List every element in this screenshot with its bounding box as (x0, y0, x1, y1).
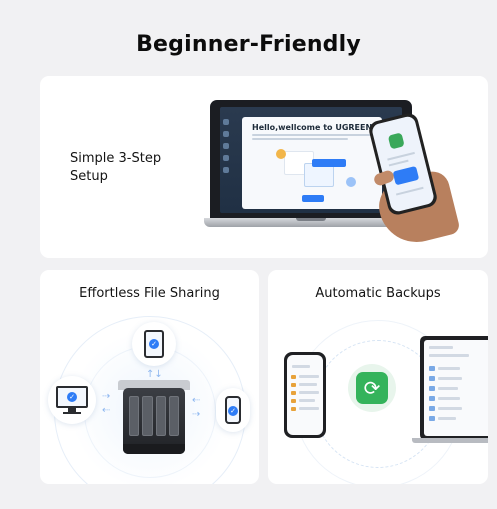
illustration-dot (276, 149, 286, 159)
backup-phone (284, 352, 326, 438)
nas-device (123, 388, 185, 454)
tablet-bubble: ✓ (132, 322, 176, 366)
illustration-bar (312, 159, 346, 167)
phone-card (392, 165, 420, 186)
check-icon: ✓ (67, 392, 77, 402)
monitor-icon: ✓ (56, 386, 88, 408)
welcome-start-button (302, 195, 324, 202)
sync-icon: ⟳ (356, 372, 388, 404)
backup-laptop-screen (424, 340, 488, 436)
check-icon: ✓ (228, 406, 238, 416)
app-icon (387, 132, 405, 150)
arrow-icon: ⇠ (102, 405, 111, 416)
phone-bubble: ✓ (216, 388, 250, 432)
arrow-icon: ⇢ (102, 391, 111, 402)
phone-icon: ✓ (225, 396, 241, 424)
backup-laptop-base (412, 438, 488, 443)
page-title: Beginner-Friendly (136, 32, 361, 57)
nas-base (123, 444, 185, 454)
monitor-foot (63, 412, 81, 414)
screen-dock (223, 119, 229, 191)
backup-phone-screen (287, 355, 323, 435)
arrow-icon: ⇢ (192, 409, 201, 420)
tablet-icon: ✓ (144, 330, 164, 358)
setup-label-line-2: Setup (70, 169, 108, 184)
arrow-icon: ↑↓ (146, 369, 163, 380)
monitor-bubble: ✓ (48, 376, 96, 424)
file-sharing-card: Effortless File Sharing ✓ ✓ ✓ ↑↓ ⇢ ⇠ ⇠ ⇢ (40, 270, 259, 484)
backup-title: Automatic Backups (315, 286, 441, 301)
setup-label-line-1: Simple 3-Step (70, 151, 162, 166)
nas-drive-bays (129, 396, 179, 436)
backup-card: Automatic Backups ⟳ (268, 270, 488, 484)
setup-label: Simple 3-Step Setup (70, 150, 161, 186)
arrow-icon: ⇠ (192, 395, 201, 406)
backup-laptop (420, 336, 488, 440)
illustration-dot (346, 177, 356, 187)
laptop-notch (296, 218, 326, 221)
welcome-subtext (252, 134, 372, 140)
setup-card: Simple 3-Step Setup Hello,wellcome to UG… (40, 76, 488, 258)
welcome-panel: Hello,wellcome to UGREEN NAS (242, 117, 394, 209)
file-sharing-title: Effortless File Sharing (79, 286, 220, 301)
check-icon: ✓ (149, 339, 159, 349)
